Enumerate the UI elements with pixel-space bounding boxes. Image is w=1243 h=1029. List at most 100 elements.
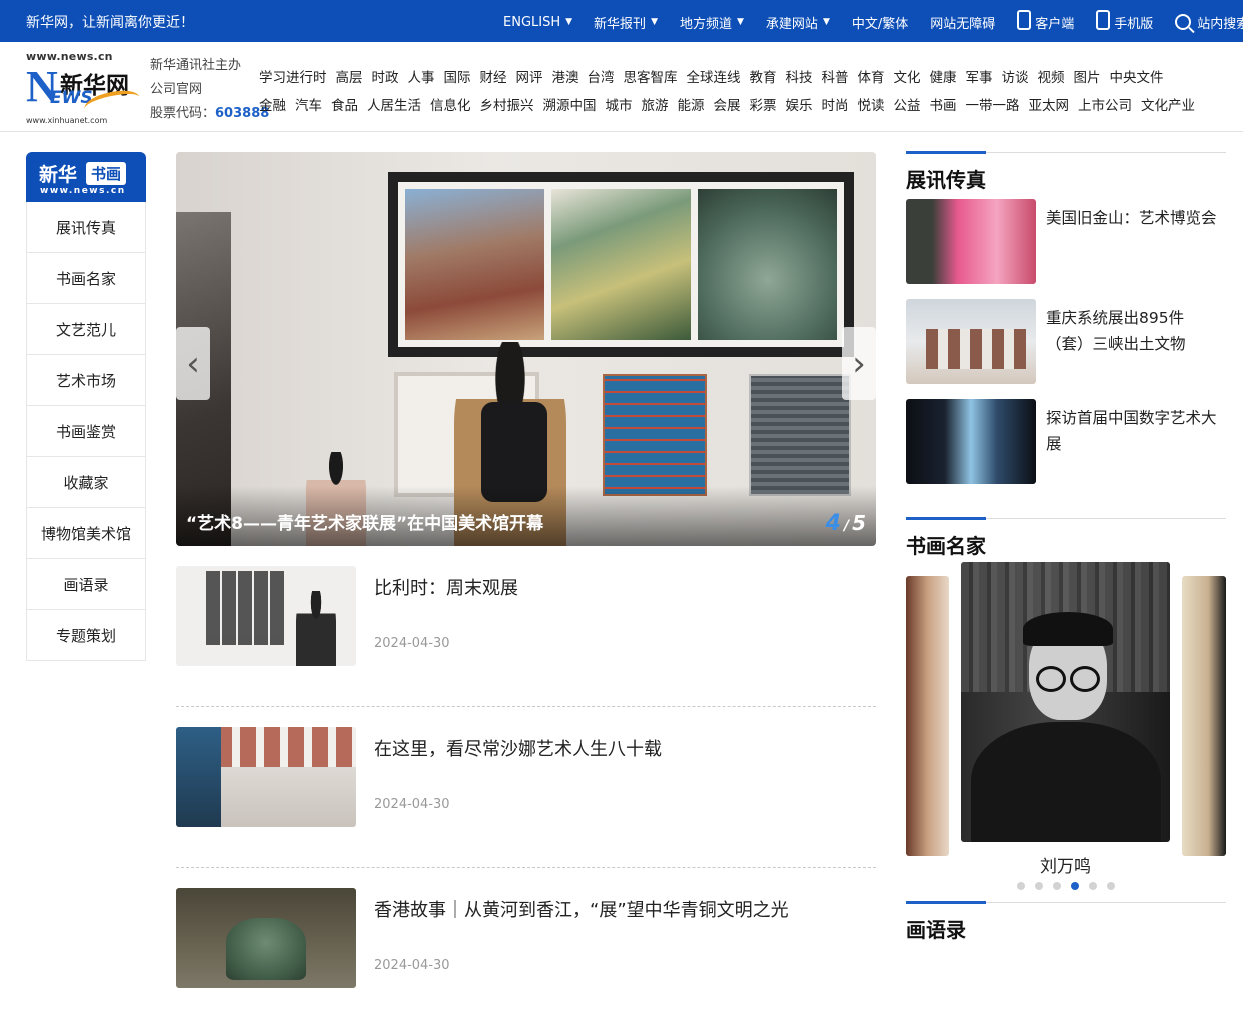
nav-client-label: 客户端 [1035,16,1075,32]
channel-link[interactable]: 时政 [372,66,399,86]
nav-english[interactable]: ENGLISH ▼ [503,15,572,30]
news-thumbnail[interactable] [176,566,356,666]
news-title[interactable]: 比利时：周末观展 [374,574,518,600]
channel-link[interactable]: 人居生活 [367,94,421,114]
nav-client-app[interactable]: 客户端 [1017,10,1075,32]
search-icon [1175,14,1192,30]
channel-link[interactable]: 彩票 [750,94,777,114]
artist-carousel[interactable]: 刘万鸣 [906,562,1226,890]
carousel-prev-button[interactable]: ‹ [176,327,210,400]
nav-hosted-sites[interactable]: 承建网站 ▼ [766,13,830,32]
channel-link[interactable]: 旅游 [642,94,669,114]
qr-phone-icon [1017,10,1032,30]
news-title[interactable]: 香港故事｜从黄河到香江，“展”望中华青铜文明之光 [374,896,789,922]
section-title[interactable]: 展讯传真 [906,164,986,193]
channel-link[interactable]: 公益 [894,94,921,114]
carousel-dot[interactable] [1017,882,1025,890]
channel-link[interactable]: 书画 [930,94,957,114]
channel-link[interactable]: 访谈 [1002,66,1029,86]
news-title[interactable]: 在这里，看尽常沙娜艺术人生八十载 [374,735,662,761]
section-title[interactable]: 书画名家 [906,530,986,559]
section-title[interactable]: 画语录 [906,914,966,943]
channel-link[interactable]: 科技 [786,66,813,86]
channel-link[interactable]: 科普 [822,66,849,86]
channel-link[interactable]: 时尚 [822,94,849,114]
channel-link[interactable]: 网评 [516,66,543,86]
channel-link[interactable]: 一带一路 [966,94,1020,114]
channel-link[interactable]: 全球连线 [687,66,741,86]
artist-photo-prev[interactable] [906,576,949,856]
artist-photo-next[interactable] [1182,576,1226,856]
channel-link[interactable]: 国际 [444,66,471,86]
exhibition-title[interactable]: 重庆系统展出895件（套）三峡出土文物 [1046,305,1221,357]
hero-image-triptych [388,172,854,357]
channel-link[interactable]: 台湾 [588,66,615,86]
channel-link[interactable]: 人事 [408,66,435,86]
channel-link[interactable]: 食品 [331,94,358,114]
site-logo[interactable]: www.news.cn N 新华网 EWS www.xinhuanet.com [26,50,142,126]
news-thumbnail[interactable] [176,727,356,827]
phone-icon [1096,10,1111,30]
channel-link[interactable]: 能源 [678,94,705,114]
nav-newspapers[interactable]: 新华报刊 ▼ [594,13,658,32]
channel-link[interactable]: 财经 [480,66,507,86]
channel-link[interactable]: 军事 [966,66,993,86]
channel-link[interactable]: 汽车 [295,94,322,114]
hero-carousel[interactable]: “艺术8——青年艺术家联展”在中国美术馆开幕 4/5 ‹ › [176,152,876,546]
sidebar-item-art-market[interactable]: 艺术市场 [26,355,146,406]
channel-link[interactable]: 上市公司 [1078,94,1132,114]
channel-link[interactable]: 娱乐 [786,94,813,114]
sidebar-item-appreciation[interactable]: 书画鉴赏 [26,406,146,457]
sidebar-item-quotes[interactable]: 画语录 [26,559,146,610]
channel-link[interactable]: 文化 [894,66,921,86]
exhibition-title[interactable]: 美国旧金山：艺术博览会 [1046,205,1221,231]
channel-link[interactable]: 文化产业 [1141,94,1195,114]
channel-link[interactable]: 教育 [750,66,777,86]
channel-link[interactable]: 溯源中国 [543,94,597,114]
channel-link[interactable]: 视频 [1038,66,1065,86]
calligraphy-logo[interactable]: 新华 书画 www.news.cn [26,152,146,202]
carousel-dot[interactable] [1035,882,1043,890]
nav-simplified-traditional[interactable]: 中文/繁体 [852,13,908,32]
carousel-dot[interactable] [1107,882,1115,890]
artist-name[interactable]: 刘万鸣 [961,852,1170,877]
sidebar-item-features[interactable]: 专题策划 [26,610,146,661]
exhibition-thumbnail[interactable] [906,199,1036,284]
channel-link[interactable]: 中央文件 [1110,66,1164,86]
exhibition-thumbnail[interactable] [906,299,1036,384]
channel-link[interactable]: 图片 [1074,66,1101,86]
carousel-dot[interactable] [1053,882,1061,890]
carousel-next-button[interactable]: › [842,327,876,400]
carousel-dot[interactable] [1089,882,1097,890]
nav-local-channels[interactable]: 地方频道 ▼ [680,13,744,32]
nav-mobile[interactable]: 手机版 [1096,10,1153,32]
news-thumbnail[interactable] [176,888,356,988]
nav-site-search[interactable]: 站内搜索 [1175,13,1243,32]
exhibition-thumbnail[interactable] [906,399,1036,484]
carousel-dot[interactable] [1071,882,1079,890]
slide-separator: / [843,518,850,534]
channel-link[interactable]: 悦读 [858,94,885,114]
sidebar-item-museums[interactable]: 博物馆美术馆 [26,508,146,559]
channel-link[interactable]: 金融 [259,94,286,114]
channel-link[interactable]: 思客智库 [624,66,678,86]
channel-link[interactable]: 高层 [336,66,363,86]
channel-link[interactable]: 体育 [858,66,885,86]
channel-link[interactable]: 城市 [606,94,633,114]
artist-photo[interactable] [961,562,1170,842]
sidebar-item-arts-style[interactable]: 文艺范儿 [26,304,146,355]
channel-link[interactable]: 亚太网 [1029,94,1070,114]
hero-caption[interactable]: “艺术8——青年艺术家联展”在中国美术馆开幕 [186,509,543,534]
sidebar-item-exhibition-news[interactable]: 展讯传真 [26,202,146,253]
corp-line2[interactable]: 公司官网 [150,78,269,102]
channel-link[interactable]: 会展 [714,94,741,114]
channel-link[interactable]: 健康 [930,66,957,86]
nav-accessibility[interactable]: 网站无障碍 [930,13,995,32]
sidebar-item-famous-artists[interactable]: 书画名家 [26,253,146,304]
channel-link[interactable]: 学习进行时 [259,66,327,86]
sidebar-item-collectors[interactable]: 收藏家 [26,457,146,508]
channel-link[interactable]: 信息化 [430,94,471,114]
channel-link[interactable]: 乡村振兴 [480,94,534,114]
exhibition-title[interactable]: 探访首届中国数字艺术大展 [1046,405,1221,457]
channel-link[interactable]: 港澳 [552,66,579,86]
